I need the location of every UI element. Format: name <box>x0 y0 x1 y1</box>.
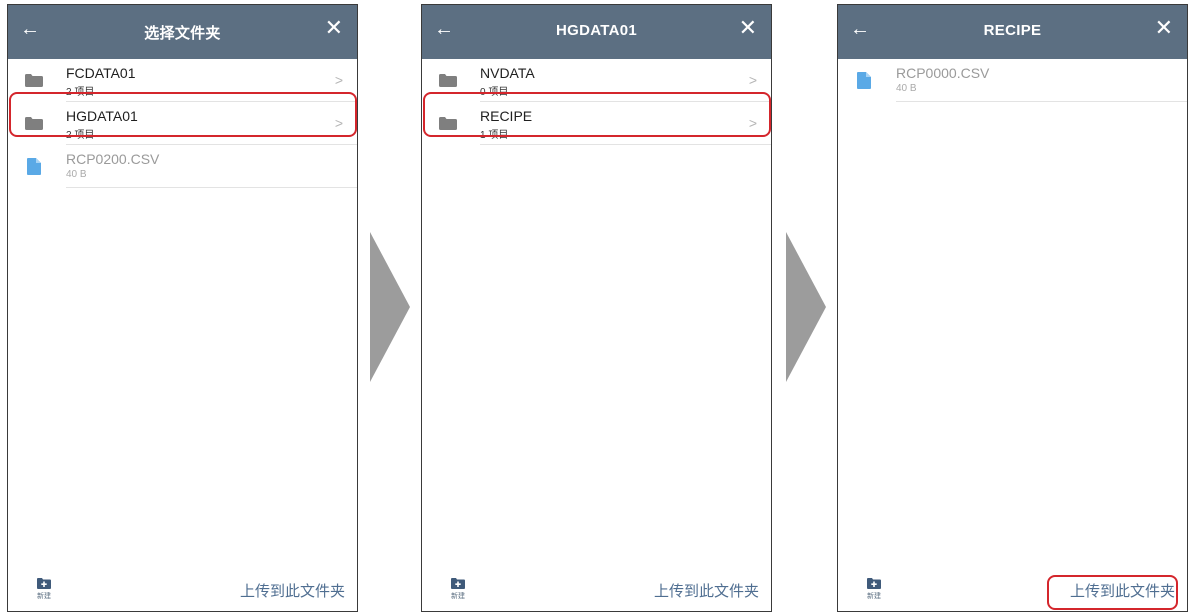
chevron-right-icon: > <box>748 72 757 88</box>
screen-hgdata01: ← HGDATA01 ✕ NVDATA 0 项目 > RECIPE 1 项目 >… <box>421 4 772 612</box>
new-folder-icon <box>867 578 881 589</box>
new-folder-icon <box>451 578 465 589</box>
close-icon[interactable]: ✕ <box>325 17 343 39</box>
page-title: HGDATA01 <box>555 22 638 39</box>
file-name: RCP0200.CSV <box>66 151 160 167</box>
screen-recipe: ← RECIPE ✕ RCP0000.CSV 40 B 新建 上传到此文件夹 <box>837 4 1188 612</box>
step-arrow-icon <box>370 232 410 382</box>
file-row-rcp0000: RCP0000.CSV 40 B <box>838 59 1187 102</box>
close-icon[interactable]: ✕ <box>739 17 757 39</box>
screen-select-folder: ← 选择文件夹 ✕ FCDATA01 2 项目 > HGDATA01 2 项目 … <box>7 4 358 612</box>
folder-icon <box>25 74 43 87</box>
new-label: 新建 <box>451 593 465 600</box>
page-title: RECIPE <box>983 22 1042 39</box>
upload-to-folder-button[interactable]: 上传到此文件夹 <box>654 580 759 601</box>
page-title: 选择文件夹 <box>144 25 221 42</box>
divider <box>896 101 1187 102</box>
new-folder-button[interactable]: 新建 <box>32 578 56 601</box>
file-size: 40 B <box>896 83 917 94</box>
divider <box>480 144 771 145</box>
header-bar: ← RECIPE ✕ <box>838 5 1187 59</box>
close-icon[interactable]: ✕ <box>1155 17 1173 39</box>
file-size: 40 B <box>66 169 87 180</box>
new-folder-button[interactable]: 新建 <box>446 578 470 601</box>
chevron-right-icon: > <box>334 72 343 88</box>
header-bar: ← HGDATA01 ✕ <box>422 5 771 59</box>
folder-icon <box>439 74 457 87</box>
highlight-box <box>423 92 771 137</box>
footer-bar: 新建 上传到此文件夹 <box>422 571 771 611</box>
folder-name: NVDATA <box>480 65 535 81</box>
header-bar: ← 选择文件夹 ✕ <box>8 5 357 59</box>
step-arrow-icon <box>786 232 826 382</box>
file-icon <box>857 72 871 89</box>
folder-name: FCDATA01 <box>66 65 136 81</box>
file-row-rcp0200: RCP0200.CSV 40 B <box>8 145 357 188</box>
file-name: RCP0000.CSV <box>896 65 990 81</box>
footer-bar: 新建 上传到此文件夹 <box>8 571 357 611</box>
file-icon <box>27 158 41 175</box>
new-folder-button[interactable]: 新建 <box>862 578 886 601</box>
new-label: 新建 <box>37 593 51 600</box>
divider <box>66 187 357 188</box>
highlight-box <box>9 92 357 137</box>
new-label: 新建 <box>867 593 881 600</box>
new-folder-icon <box>37 578 51 589</box>
upload-to-folder-button[interactable]: 上传到此文件夹 <box>240 580 345 601</box>
highlight-box <box>1047 575 1178 610</box>
